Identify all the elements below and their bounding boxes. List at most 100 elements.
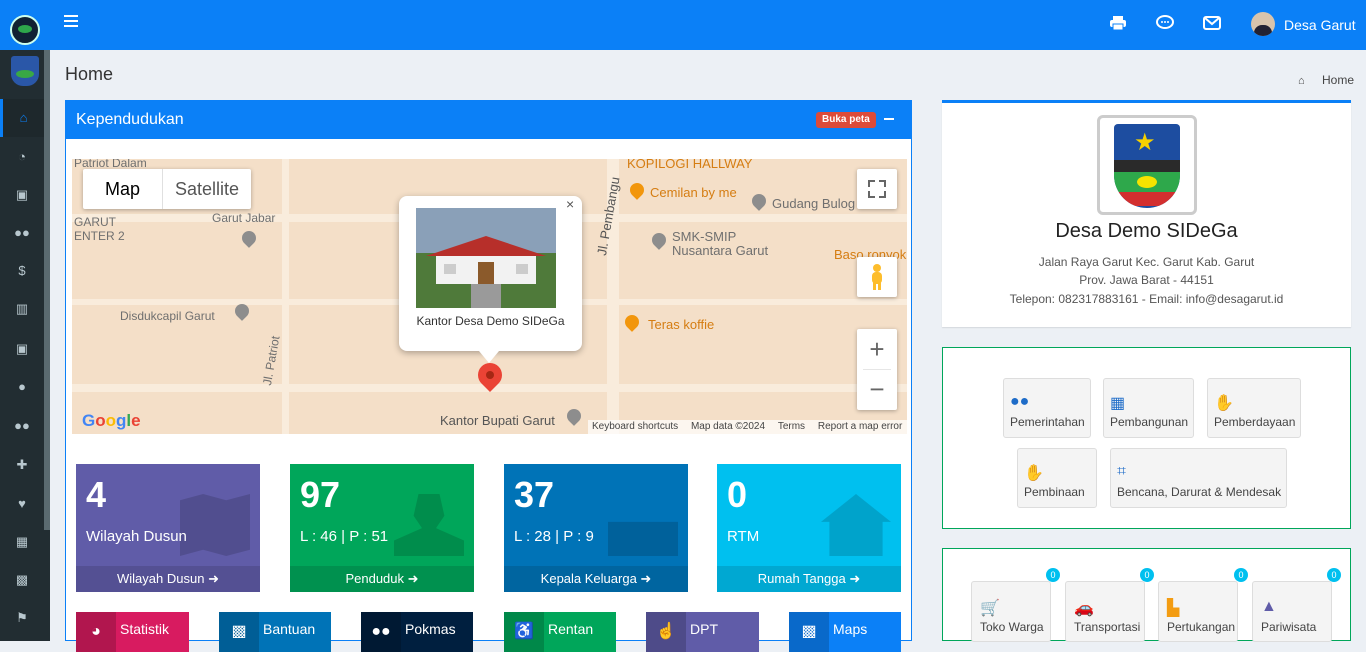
map-label: Disdukcapil Garut [120,309,215,323]
place-pin-icon[interactable] [564,406,584,426]
map-label: GARUT [74,215,116,229]
sidebar-user-icon[interactable]: ● [0,368,44,406]
restaurant-pin-icon[interactable] [627,180,647,200]
school-pin-icon[interactable] [649,230,669,250]
stat-number: 4 [86,474,107,515]
village-name: Desa Demo SIDeGa [1055,220,1238,242]
place-pin-icon[interactable] [239,228,259,248]
pie-chart-icon: ◕ [76,612,116,652]
breadcrumb[interactable]: ⌂ Home [1298,73,1354,87]
app-logo[interactable] [10,15,40,45]
report-error-link[interactable]: Report a map error [818,421,902,432]
close-icon[interactable]: × [566,196,574,212]
village-province: Prov. Jawa Barat - 44151 [1079,273,1214,287]
stat-more-link[interactable]: Kepala Keluarga ➜ [504,566,688,592]
cart-icon: 🛒 [980,600,1000,617]
stat-label: L : 46 | P : 51 [300,528,389,545]
bantuan-button[interactable]: ▩ Bantuan [219,612,331,652]
dpt-button[interactable]: ☝ DPT [646,612,759,652]
buka-peta-button[interactable]: Buka peta [816,112,876,128]
village-office-photo [416,208,556,308]
stat-box-rumah-tangga: 0 RTM Rumah Tangga ➜ [717,464,901,592]
maps-button[interactable]: ▩ Maps [789,612,901,652]
user-name[interactable]: Desa Garut [1284,17,1356,33]
count-badge: 0 [1046,568,1060,582]
map-label: Garut Jabar [212,211,276,225]
pemerintahan-button[interactable]: ●● Pemerintahan [1003,378,1091,438]
zoom-in-icon[interactable]: + [857,329,897,369]
sidebar-scrollbar[interactable] [44,50,50,530]
stat-more-link[interactable]: Wilayah Dusun ➜ [76,566,260,592]
rentan-button[interactable]: ♿ Rentan [504,612,616,652]
sidebar-group-icon[interactable]: ●● [0,407,44,445]
map-label: Jl. Patriot [260,334,283,387]
kependudukan-panel: Kependudukan Buka peta Patriot Dalam GAR… [65,100,912,652]
chat-icon[interactable] [1156,15,1174,36]
google-logo: Google [82,411,141,430]
zoom-control: + − [857,329,897,410]
map-type-satellite-button[interactable]: Satellite [163,169,251,209]
map-type-map-button[interactable]: Map [83,169,163,209]
gift-icon: ▩ [219,612,259,652]
fullscreen-icon[interactable] [857,169,897,209]
map-data-text: Map data ©2024 [690,421,766,432]
sidebar-box-icon[interactable]: ▣ [0,330,44,368]
mail-icon[interactable] [1203,15,1221,36]
sidebar-map-icon[interactable]: ▦ [0,523,44,561]
stat-more-link[interactable]: Penduduk ➜ [290,566,474,592]
home-icon: ⌂ [1298,75,1305,87]
sidebar-plus-icon[interactable]: ✚ [0,446,44,484]
sidebar-archive-icon[interactable]: ▣ [0,176,44,214]
map-label: Gudang Bulog [772,196,856,211]
pariwisata-button[interactable]: ▲ Pariwisata [1252,581,1332,642]
users-icon: ●● [361,612,401,652]
zoom-out-icon[interactable]: − [857,370,897,410]
sidebar-users-icon[interactable]: ●● [0,214,44,252]
map-icon [180,494,250,556]
place-pin-icon[interactable] [749,191,769,211]
sidebar-dashboard-icon[interactable]: ◔ [0,138,44,176]
menu-toggle-icon[interactable] [64,15,78,27]
pembinaan-button[interactable]: ✋ Pembinaan [1017,448,1097,508]
top-navbar: Desa Garut [0,0,1366,50]
sidebar-home-icon[interactable]: ⌂ [0,99,44,137]
pokmas-button[interactable]: ●● Pokmas [361,612,473,652]
bencana-button[interactable]: ⌗ Bencana, Darurat & Mendesak [1110,448,1287,508]
count-badge: 0 [1327,568,1341,582]
map-view[interactable]: Patriot Dalam GARUT ENTER 2 Garut Jabar … [72,159,907,434]
stat-box-wilayah-dusun: 4 Wilayah Dusun Wilayah Dusun ➜ [76,464,260,592]
keyboard-shortcuts-link[interactable]: Keyboard shortcuts [592,421,678,432]
network-icon: ⌗ [1117,463,1127,480]
map-label: Nusantara Garut [672,243,769,258]
sidebar-heart-icon[interactable]: ♥ [0,485,44,523]
sidebar-dollar-icon[interactable]: $ [0,252,44,290]
pertukangan-button[interactable]: ▙ Pertukangan [1158,581,1238,642]
transportasi-button[interactable]: 🚗 Transportasi [1065,581,1145,642]
toko-warga-button[interactable]: 🛒 Toko Warga [971,581,1051,642]
stat-more-link[interactable]: Rumah Tangga ➜ [717,566,901,592]
hand-icon: ✋ [1024,465,1044,482]
village-profile-card: ★ Desa Demo SIDeGa Jalan Raya Garut Kec.… [942,100,1351,327]
collapse-icon[interactable] [884,118,894,120]
statistik-button[interactable]: ◕ Statistik [76,612,189,652]
stat-number: 0 [727,474,748,515]
terms-link[interactable]: Terms [778,421,805,432]
stat-label: RTM [727,528,760,545]
user-avatar[interactable] [1251,12,1275,36]
map-label: KOPILOGI HALLWAY [627,159,753,171]
breadcrumb-home[interactable]: Home [1322,73,1354,87]
service-card: 🛒 Toko Warga 0 🚗 Transportasi 0 ▙ Pertuk… [942,548,1351,642]
cafe-pin-icon[interactable] [622,312,642,332]
pemberdayaan-button[interactable]: ✋ Pemberdayaan [1207,378,1301,438]
map-label: Kantor Bupati Garut [440,413,555,428]
sidebar-flag-icon[interactable]: ⚑ [0,599,44,637]
sidebar-gift-icon[interactable]: ▩ [0,561,44,599]
print-icon[interactable] [1109,15,1127,36]
street-view-pegman-icon[interactable] [857,257,897,297]
count-badge: 0 [1234,568,1248,582]
panel-title: Kependudukan [76,111,184,128]
stat-number: 37 [514,474,555,515]
sidebar-bank-icon[interactable]: ▥ [0,290,44,328]
pembangunan-button[interactable]: ▦ Pembangunan [1103,378,1194,438]
map-type-control: Map Satellite [83,169,251,209]
